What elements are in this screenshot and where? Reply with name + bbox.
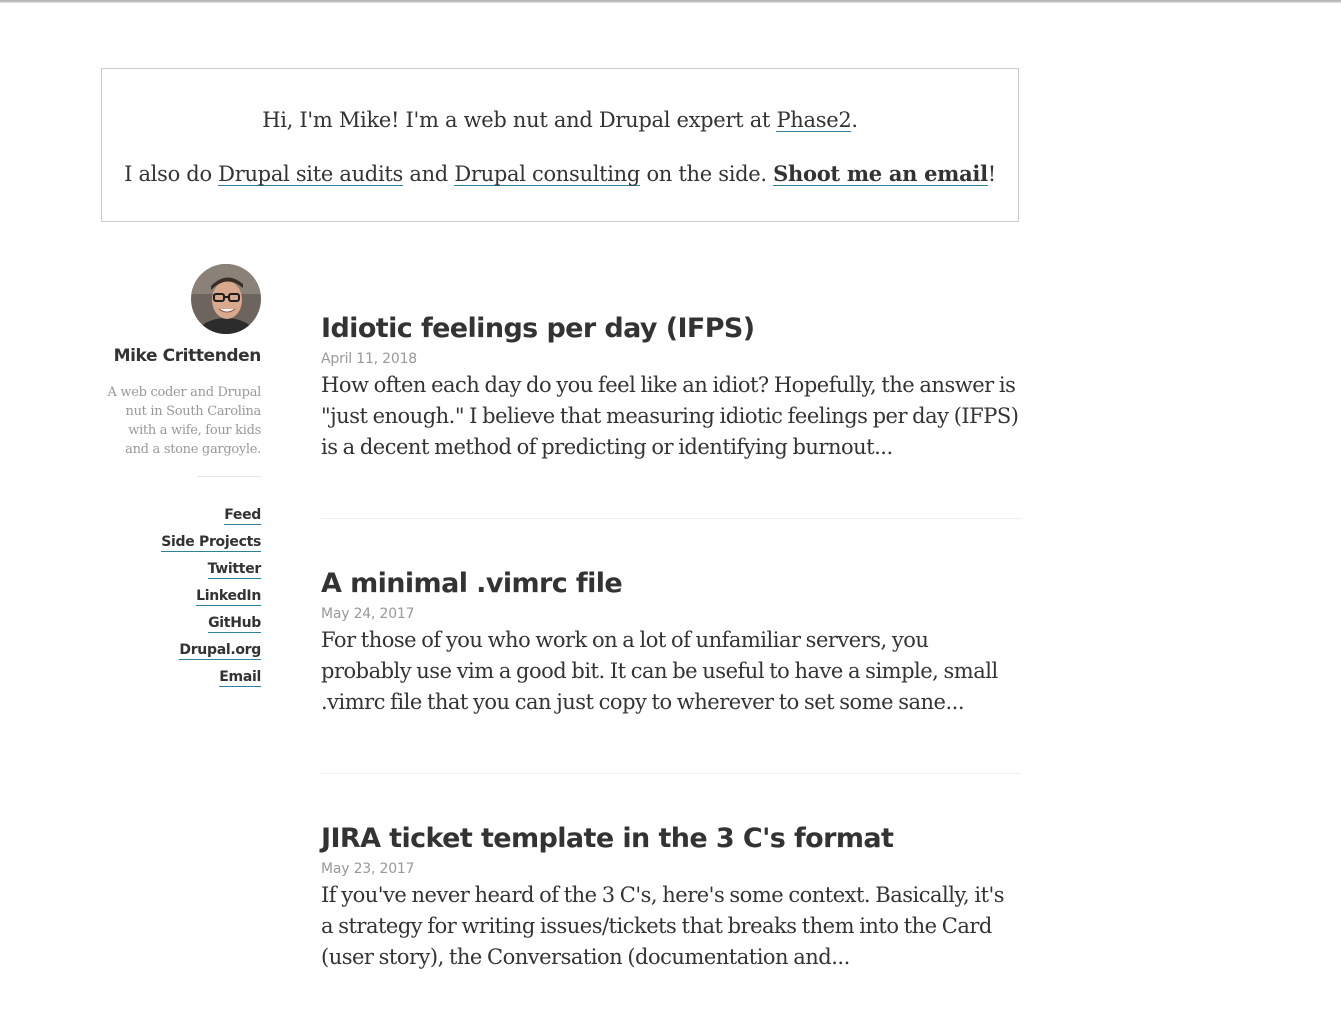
phase2-link[interactable]: Phase2 bbox=[776, 109, 852, 133]
post-title-link[interactable]: JIRA ticket template in the 3 C's format bbox=[321, 823, 894, 854]
intro-text: I also do bbox=[124, 162, 219, 186]
nav-item-twitter: Twitter bbox=[161, 561, 261, 588]
drupal-site-audits-link[interactable]: Drupal site audits bbox=[218, 163, 403, 187]
nav-link-twitter[interactable]: Twitter bbox=[207, 561, 261, 579]
post-title-link[interactable]: A minimal .vimrc file bbox=[321, 568, 623, 599]
nav-item-drupal-org: Drupal.org bbox=[161, 642, 261, 669]
sidebar-nav: Feed Side Projects Twitter LinkedIn GitH… bbox=[161, 507, 261, 696]
nav-link-feed[interactable]: Feed bbox=[224, 507, 261, 525]
post-title: A minimal .vimrc file bbox=[321, 567, 1021, 601]
post-divider bbox=[321, 518, 1021, 519]
nav-item-linkedin: LinkedIn bbox=[161, 588, 261, 615]
post-excerpt: If you've never heard of the 3 C's, here… bbox=[321, 883, 1005, 969]
nav-link-github[interactable]: GitHub bbox=[208, 615, 261, 633]
email-me-link-text: Shoot me an email bbox=[773, 161, 988, 186]
intro-text: Hi, I'm Mike! I'm a web nut and Drupal e… bbox=[262, 108, 777, 132]
intro-line-2: I also do Drupal site audits and Drupal … bbox=[102, 161, 1018, 187]
post-divider bbox=[321, 773, 1021, 774]
post-title: Idiotic feelings per day (IFPS) bbox=[321, 312, 1021, 346]
nav-item-side-projects: Side Projects bbox=[161, 534, 261, 561]
nav-item-email: Email bbox=[161, 669, 261, 696]
nav-link-email[interactable]: Email bbox=[219, 669, 261, 687]
intro-text: on the side. bbox=[640, 162, 774, 186]
nav-item-feed: Feed bbox=[161, 507, 261, 534]
post-title-link[interactable]: Idiotic feelings per day (IFPS) bbox=[321, 313, 755, 344]
nav-link-drupal-org[interactable]: Drupal.org bbox=[179, 642, 261, 660]
post-excerpt: For those of you who work on a lot of un… bbox=[321, 628, 998, 714]
top-rule bbox=[0, 0, 1341, 3]
sidebar-divider bbox=[197, 476, 261, 477]
post: A minimal .vimrc file May 24, 2017 For t… bbox=[321, 567, 1021, 718]
intro-line-1: Hi, I'm Mike! I'm a web nut and Drupal e… bbox=[102, 108, 1018, 133]
intro-text: . bbox=[851, 108, 858, 132]
intro-text: ! bbox=[987, 162, 996, 186]
nav-link-linkedin[interactable]: LinkedIn bbox=[196, 588, 261, 606]
email-me-link[interactable]: Shoot me an email bbox=[773, 161, 988, 187]
author-name: Mike Crittenden bbox=[113, 346, 262, 366]
author-bio: A web coder and Drupal nut in South Caro… bbox=[107, 385, 262, 457]
drupal-consulting-link[interactable]: Drupal consulting bbox=[454, 163, 640, 187]
post-excerpt: How often each day do you feel like an i… bbox=[321, 373, 1019, 459]
post-date: May 23, 2017 bbox=[321, 861, 415, 877]
post: Idiotic feelings per day (IFPS) April 11… bbox=[321, 312, 1021, 463]
post-date: May 24, 2017 bbox=[321, 606, 415, 622]
intro-box: Hi, I'm Mike! I'm a web nut and Drupal e… bbox=[101, 68, 1019, 222]
post-date: April 11, 2018 bbox=[321, 351, 417, 367]
avatar[interactable] bbox=[191, 264, 261, 334]
post: JIRA ticket template in the 3 C's format… bbox=[321, 822, 1021, 973]
nav-item-github: GitHub bbox=[161, 615, 261, 642]
intro-text: and bbox=[402, 162, 455, 186]
post-title: JIRA ticket template in the 3 C's format bbox=[321, 822, 1021, 856]
nav-link-side-projects[interactable]: Side Projects bbox=[161, 534, 261, 552]
avatar-photo-icon bbox=[191, 264, 261, 334]
